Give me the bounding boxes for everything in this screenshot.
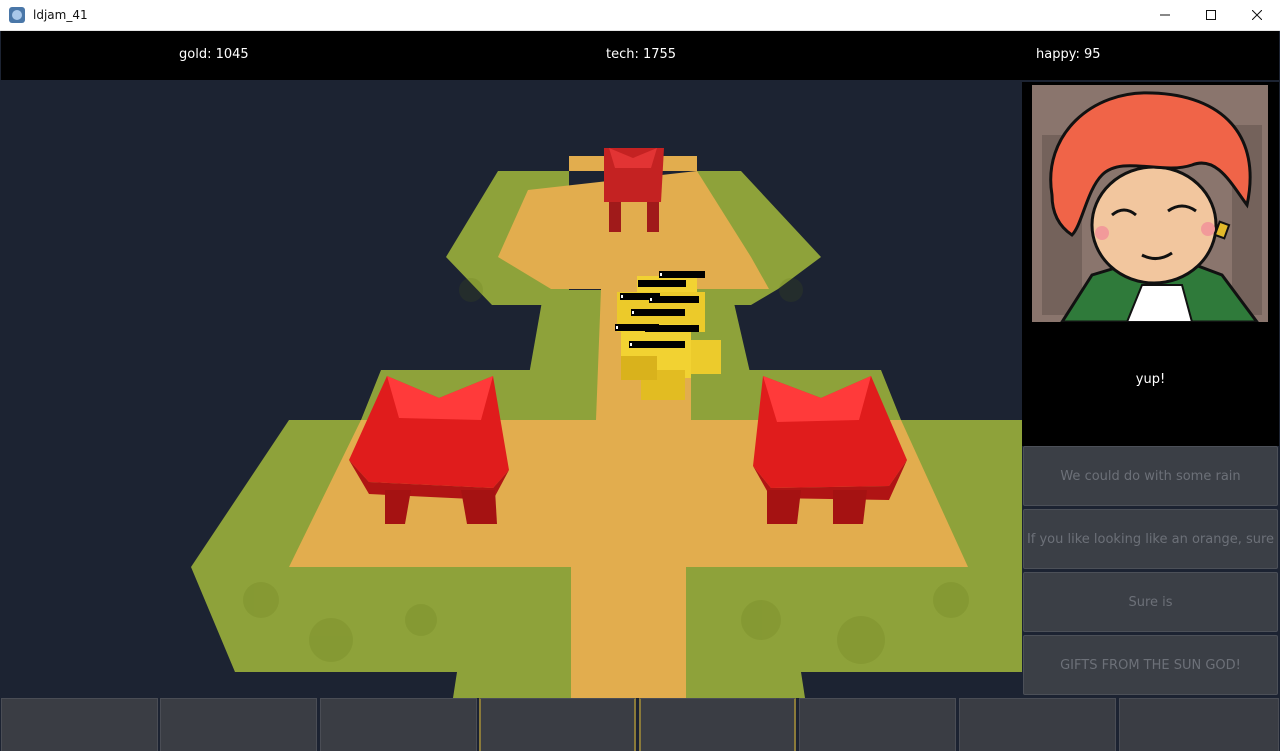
window-title: ldjam_41	[33, 8, 88, 22]
window-controls	[1142, 0, 1280, 31]
gold-counter: gold: 1045	[179, 47, 249, 62]
dialogue-choice-3[interactable]: Sure is	[1023, 572, 1278, 632]
portrait-image	[1032, 85, 1268, 322]
toolbar-slot-6[interactable]	[799, 698, 956, 751]
maximize-button[interactable]	[1188, 0, 1234, 31]
close-icon	[1252, 10, 1262, 20]
game-scene	[191, 148, 1022, 698]
toolbar-slot-8[interactable]	[1119, 698, 1279, 751]
minimize-icon	[1160, 14, 1170, 16]
resource-hud: gold: 1045 tech: 1755 happy: 95	[1, 31, 1279, 80]
tech-counter: tech: 1755	[606, 47, 677, 62]
app-icon	[9, 7, 25, 23]
character-portrait	[1022, 82, 1279, 446]
toolbar-slot-4[interactable]	[479, 698, 636, 751]
maximize-icon	[1206, 10, 1216, 20]
toolbar-slot-1[interactable]	[1, 698, 158, 751]
close-button[interactable]	[1234, 0, 1280, 31]
bottom-toolbar	[0, 698, 1280, 751]
toolbar-slot-7[interactable]	[959, 698, 1116, 751]
toolbar-slot-3[interactable]	[320, 698, 477, 751]
dialogue-choice-2[interactable]: If you like looking like an orange, sure	[1023, 509, 1278, 569]
dialogue-text: yup!	[1135, 372, 1166, 387]
toolbar-slot-2[interactable]	[160, 698, 317, 751]
minimize-button[interactable]	[1142, 0, 1188, 31]
dialogue-choice-1[interactable]: We could do with some rain	[1023, 446, 1278, 506]
window-titlebar[interactable]: ldjam_41	[0, 0, 1280, 31]
happy-counter: happy: 95	[1036, 47, 1101, 62]
dialogue-choice-4[interactable]: GIFTS FROM THE SUN GOD!	[1023, 635, 1278, 695]
dialogue-panel: yup! We could do with some rain If you l…	[1022, 80, 1279, 698]
toolbar-slot-5[interactable]	[639, 698, 796, 751]
game-viewport[interactable]	[1, 80, 1022, 698]
